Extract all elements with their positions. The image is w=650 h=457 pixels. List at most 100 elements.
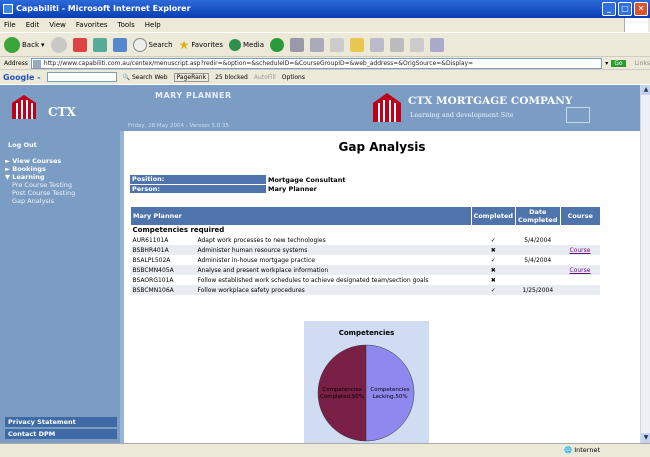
competency-code: AUR61101A [132, 236, 169, 244]
maximize-button[interactable]: □ [618, 2, 632, 16]
menu-tools[interactable]: Tools [118, 21, 135, 29]
table-header-name: Mary Planner [130, 207, 472, 225]
vertical-scrollbar[interactable]: ▲ ▼ [640, 85, 650, 443]
toolbar: Back ▾ Search ★ Favorites Media [0, 32, 650, 56]
date-completed: 1/25/2004 [515, 285, 560, 295]
contact-link[interactable]: Contact DPM [5, 429, 117, 439]
research-icon[interactable] [390, 37, 404, 52]
scroll-down-icon[interactable]: ▼ [641, 433, 650, 443]
media-button[interactable]: Media [228, 38, 264, 51]
not-completed-cross-icon: ✖ [471, 265, 516, 275]
zone-indicator: 🌐 Internet [564, 446, 600, 454]
search-web-button[interactable]: 🔍 Search Web [123, 74, 168, 81]
menu-view[interactable]: View [49, 21, 66, 29]
go-button[interactable]: Go [611, 59, 626, 67]
position-value: Mortgage Consultant [268, 175, 346, 184]
window-title: Capabiliti - Microsoft Internet Explorer [16, 4, 191, 13]
popup-blocked-button[interactable]: 25 blocked [215, 74, 248, 81]
not-completed-cross-icon: ✖ [471, 245, 516, 255]
competency-code: BSBCMN106A [130, 285, 196, 295]
address-dropdown-icon[interactable]: ▾ [605, 60, 608, 67]
favorites-button[interactable]: ★ Favorites [179, 38, 223, 52]
course-link[interactable] [560, 285, 600, 295]
forward-button[interactable] [50, 36, 67, 53]
print-icon[interactable] [310, 37, 324, 52]
discuss-icon[interactable] [370, 37, 384, 52]
position-label: Position: [130, 175, 266, 185]
google-search-input[interactable] [46, 72, 117, 82]
sidebar-item-post-course-testing[interactable]: Post Course Testing [5, 189, 75, 197]
header-decoration-icon [566, 107, 590, 123]
competency-desc: Follow established work schedules to ach… [197, 276, 429, 284]
options-button[interactable]: Options [282, 74, 305, 81]
sidebar-item-bookings[interactable]: ► Bookings [5, 165, 75, 173]
pagerank-button[interactable]: PageRank [173, 72, 210, 82]
search-button[interactable]: Search [132, 37, 173, 52]
pie-slice-label: Competencies Lacking,50% [370, 387, 409, 400]
competency-desc: Adapt work processes to new technologies [197, 236, 326, 244]
menu-edit[interactable]: Edit [26, 21, 40, 29]
course-link[interactable] [560, 275, 600, 285]
window-title-bar: Capabiliti - Microsoft Internet Explorer… [0, 0, 650, 18]
close-button[interactable]: ✕ [634, 2, 648, 16]
section-heading: Competencies required [132, 226, 225, 234]
menu-favorites[interactable]: Favorites [76, 21, 108, 29]
search-icon [132, 37, 147, 52]
sidebar-item-pre-course-testing[interactable]: Pre Course Testing [5, 181, 75, 189]
completed-check-icon: ✓ [490, 256, 496, 264]
course-link[interactable]: Course [560, 265, 600, 275]
logout-link[interactable]: Log Out [8, 141, 37, 149]
competency-desc: Administer human resource systems [195, 245, 472, 255]
back-button[interactable]: Back ▾ [4, 36, 45, 53]
minimize-button[interactable]: _ [602, 2, 616, 16]
links-label[interactable]: Links [635, 60, 650, 67]
competency-desc: Analyse and present workplace informatio… [195, 265, 472, 275]
status-bar: 🌐 Internet [0, 443, 650, 457]
sidebar-item-view-courses[interactable]: ► View Courses [5, 157, 75, 165]
competency-code: BSBHR401A [130, 245, 196, 255]
course-link[interactable]: Course [560, 245, 600, 255]
edit-icon[interactable] [330, 37, 344, 52]
google-toolbar: Google - 🔍 Search Web PageRank 25 blocke… [0, 69, 650, 84]
address-label: Address [4, 59, 28, 67]
table-row: BSBCMN405A Analyse and present workplace… [130, 265, 600, 275]
scroll-up-icon[interactable]: ▲ [641, 85, 650, 95]
refresh-icon[interactable] [92, 37, 107, 52]
competencies-chart: Competencies Competencies Completed,50% Co… [304, 321, 429, 443]
date-completed [516, 275, 560, 285]
pie-slice [365, 344, 415, 442]
home-icon[interactable] [112, 37, 127, 52]
date-version: Friday, 28 May 2004 - Version 5.0.35 [128, 123, 229, 129]
date-completed [515, 265, 560, 275]
mail-icon[interactable] [290, 37, 304, 52]
table-row: BSBHR401A Administer human resource syst… [130, 245, 600, 255]
history-icon[interactable] [270, 37, 284, 52]
table-header-date: Date Completed [515, 207, 560, 225]
pie-slice-label: Competencies Completed,50% [320, 387, 364, 400]
competency-code: BSALPL502A [132, 256, 171, 264]
table-row: AUR61101A Adapt work processes to new te… [131, 235, 601, 245]
autofill-button[interactable]: AutoFill [254, 74, 276, 81]
person-info-table: Position: Mortgage Consultant Person: Ma… [130, 175, 610, 194]
pie-slice [317, 344, 367, 442]
user-name: MARY PLANNER [155, 91, 232, 100]
menu-help[interactable]: Help [145, 21, 161, 29]
menu-file[interactable]: File [4, 21, 16, 29]
media-icon [228, 38, 241, 51]
address-input[interactable]: http://www.capabiliti.com.au/centex/menu… [30, 57, 603, 69]
windows-logo-icon [624, 18, 648, 32]
sidebar-item-learning[interactable]: ▼ Learning [5, 173, 75, 181]
tool-icon[interactable] [430, 37, 444, 52]
privacy-statement-link[interactable]: Privacy Statement [5, 417, 117, 427]
web-page: CTX MARY PLANNER Friday, 28 May 2004 - V… [0, 85, 650, 443]
messenger-icon[interactable] [410, 37, 424, 52]
competency-table: Mary Planner Completed Date Completed Co… [130, 207, 600, 295]
course-link[interactable] [560, 235, 600, 245]
sidebar-item-gap-analysis[interactable]: Gap Analysis [5, 197, 75, 205]
not-completed-cross-icon: ✖ [490, 276, 496, 284]
course-link[interactable] [560, 255, 600, 265]
folder-icon[interactable] [350, 37, 364, 52]
ctx-logo-icon [12, 95, 36, 119]
stop-icon[interactable] [72, 37, 87, 52]
google-logo[interactable]: Google - [3, 73, 41, 82]
